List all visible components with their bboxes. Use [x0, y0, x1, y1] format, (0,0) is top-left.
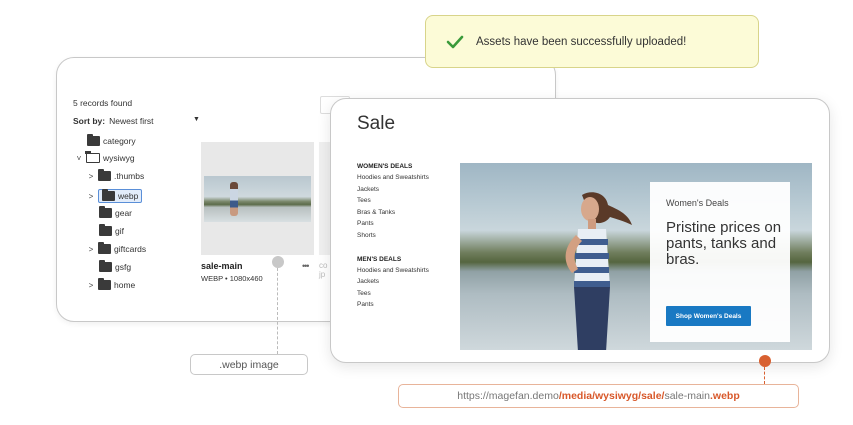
tree-item-giftcards[interactable]: > giftcards	[87, 242, 147, 254]
checkmark-icon	[446, 35, 464, 49]
url-callout-pin	[759, 355, 771, 367]
tree-item-label: .thumbs	[114, 171, 145, 181]
folder-icon	[102, 189, 115, 201]
promo-panel: Women's Deals Pristine prices on pants, …	[650, 182, 790, 342]
more-options-icon[interactable]: •••	[302, 261, 310, 271]
caret-down-icon[interactable]: ▼	[193, 116, 200, 123]
womens-deals-heading: WOMEN'S DEALS	[357, 163, 413, 170]
hero-banner[interactable]: Women's Deals Pristine prices on pants, …	[460, 163, 812, 350]
tree-item-category[interactable]: category	[87, 134, 136, 146]
menu-link[interactable]: Jackets	[357, 278, 462, 285]
menu-link[interactable]: Bras & Tanks	[357, 209, 462, 216]
chevron-right-icon[interactable]: >	[87, 281, 95, 290]
url-callout-line	[764, 367, 765, 384]
tree-item-gear[interactable]: gear	[99, 206, 133, 218]
folder-icon	[87, 134, 100, 146]
folder-icon	[98, 242, 111, 254]
tree-item-gsfg[interactable]: gsfg	[99, 260, 132, 272]
success-toast: Assets have been successfully uploaded!	[425, 15, 759, 68]
runner-image	[565, 192, 632, 350]
folder-icon	[98, 169, 111, 181]
sort-label: Sort by:	[73, 116, 106, 126]
page-title: Sale	[357, 113, 396, 134]
records-count: 5 records found	[73, 98, 133, 108]
tree-item-label: category	[103, 136, 136, 146]
chevron-right-icon[interactable]: >	[87, 172, 95, 181]
tree-item-label: wysiwyg	[103, 153, 135, 163]
webp-image-label: .webp image	[190, 354, 308, 375]
tree-item-label: gsfg	[115, 262, 132, 272]
promo-kicker: Women's Deals	[666, 198, 729, 208]
folder-open-icon	[85, 151, 100, 163]
menu-link[interactable]: Pants	[357, 220, 462, 227]
folder-icon	[99, 224, 112, 236]
menu-link[interactable]: Tees	[357, 197, 462, 204]
file-thumbnail[interactable]	[201, 142, 314, 255]
file-meta: WEBP • 1080x460	[201, 274, 263, 283]
folder-icon	[98, 278, 111, 290]
url-prefix: https://magefan.demo	[457, 390, 559, 402]
file-name: sale-main	[201, 261, 243, 271]
menu-link[interactable]: Tees	[357, 290, 462, 297]
tree-item-wysiwyg[interactable]: ˅ wysiwyg	[75, 151, 135, 163]
tree-item-label: gif	[115, 226, 124, 236]
runner-figure	[230, 182, 238, 216]
chevron-right-icon[interactable]: >	[87, 245, 95, 254]
toast-message: Assets have been successfully uploaded!	[476, 35, 687, 48]
menu-link[interactable]: Hoodies and Sweatshirts	[357, 267, 462, 274]
tree-item-label: gear	[115, 208, 133, 218]
image-url-label: https://magefan.demo/media/wysiwyg/sale/…	[398, 384, 799, 408]
tree-item-label: giftcards	[114, 244, 147, 254]
tree-item-webp[interactable]: > webp	[87, 189, 143, 203]
promo-headline: Pristine prices on pants, tanks and bras…	[666, 219, 782, 268]
tree-item-gif[interactable]: gif	[99, 224, 124, 236]
tree-item-label: home	[114, 280, 136, 290]
mens-deals-heading: MEN'S DEALS	[357, 255, 402, 263]
tree-item-thumbs[interactable]: > .thumbs	[87, 169, 145, 181]
folder-icon	[99, 260, 112, 272]
thumbnail-image	[204, 176, 311, 222]
callout-line	[277, 268, 278, 354]
menu-link[interactable]: Pants	[357, 301, 462, 308]
url-extension: .webp	[709, 390, 740, 402]
deals-menu: WOMEN'S DEALS Hoodies and Sweatshirts Ja…	[357, 163, 462, 313]
chevron-right-icon[interactable]: >	[87, 192, 95, 201]
sort-control[interactable]: Sort by: Newest first	[73, 116, 154, 126]
shop-womens-deals-button[interactable]: Shop Women's Deals	[666, 306, 751, 326]
menu-link[interactable]: Hoodies and Sweatshirts	[357, 174, 462, 181]
url-filename: sale-main	[664, 390, 710, 402]
tree-item-home[interactable]: > home	[87, 278, 136, 290]
chevron-down-icon[interactable]: ˅	[75, 154, 83, 163]
tree-item-selected[interactable]: webp	[98, 189, 143, 203]
callout-pin	[272, 256, 284, 268]
menu-link[interactable]: Jackets	[357, 186, 462, 193]
menu-link[interactable]: Shorts	[357, 232, 462, 239]
url-path: /media/wysiwyg/sale/	[558, 390, 665, 402]
folder-icon	[99, 206, 112, 218]
tree-item-label: webp	[118, 191, 139, 201]
file-name-partial: co jp	[319, 261, 328, 279]
sale-page-preview: Sale WOMEN'S DEALS Hoodies and Sweatshir…	[330, 98, 830, 363]
sort-value: Newest first	[109, 116, 154, 126]
